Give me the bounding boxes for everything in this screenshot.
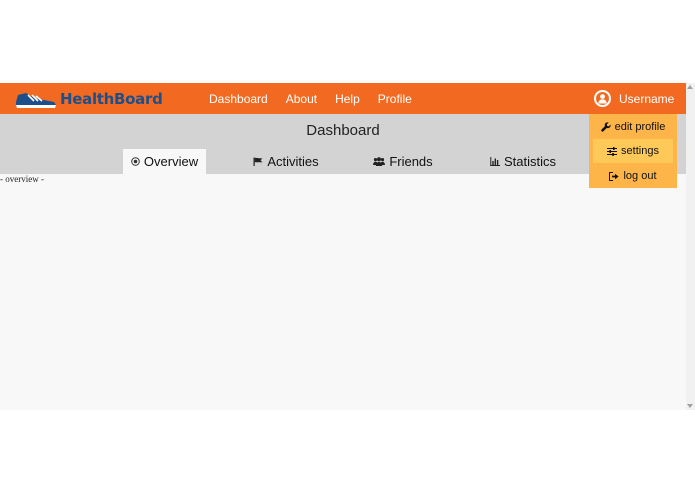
menu-item-settings[interactable]: settings bbox=[593, 139, 673, 163]
sign-out-icon bbox=[609, 171, 620, 181]
menu-item-label: edit profile bbox=[614, 121, 666, 133]
user-name: Username bbox=[619, 91, 675, 106]
app-window: HealthBoard Dashboard About Help Profile… bbox=[0, 83, 686, 410]
user-avatar bbox=[594, 90, 611, 107]
nav-link-help[interactable]: Help bbox=[335, 92, 360, 106]
vertical-scrollbar[interactable] bbox=[686, 83, 695, 410]
page-title: Dashboard bbox=[306, 122, 380, 139]
tab-label: Activities bbox=[267, 154, 319, 169]
target-icon bbox=[131, 157, 140, 166]
brand-name: HealthBoard bbox=[60, 90, 163, 108]
user-icon bbox=[598, 94, 607, 104]
user-menu-toggle[interactable]: Username bbox=[594, 88, 674, 109]
scroll-down-arrow-icon[interactable] bbox=[687, 404, 693, 408]
sneaker-icon bbox=[16, 93, 56, 108]
wrench-icon bbox=[600, 122, 611, 132]
tab-overview[interactable]: Overview bbox=[123, 149, 206, 174]
page-header: Dashboard Overview Activities Friends St… bbox=[0, 114, 686, 174]
top-navbar: HealthBoard Dashboard About Help Profile… bbox=[0, 83, 686, 114]
nav-link-about[interactable]: About bbox=[286, 92, 317, 106]
overview-placeholder-text: - overview - bbox=[0, 174, 44, 184]
nav-link-dashboard[interactable]: Dashboard bbox=[209, 92, 268, 106]
bar-chart-icon bbox=[490, 157, 500, 166]
tab-label: Statistics bbox=[503, 154, 556, 169]
nav-link-profile[interactable]: Profile bbox=[378, 92, 412, 106]
menu-item-edit-profile[interactable]: edit profile bbox=[589, 115, 677, 139]
tab-label: Overview bbox=[143, 154, 199, 169]
tab-label: Friends bbox=[389, 154, 433, 169]
tab-friends[interactable]: Friends bbox=[370, 149, 436, 174]
nav-links: Dashboard About Help Profile bbox=[209, 83, 430, 114]
sliders-icon bbox=[607, 146, 618, 156]
brand-logo[interactable]: HealthBoard bbox=[14, 86, 163, 112]
user-dropdown-menu: edit profile settings log out bbox=[589, 114, 677, 188]
menu-item-label: settings bbox=[621, 145, 659, 157]
flag-icon bbox=[253, 157, 263, 166]
menu-item-label: log out bbox=[623, 170, 657, 182]
menu-item-log-out[interactable]: log out bbox=[589, 164, 677, 188]
tab-activities[interactable]: Activities bbox=[250, 149, 322, 174]
scroll-up-arrow-icon[interactable] bbox=[687, 85, 693, 89]
users-icon bbox=[373, 157, 386, 166]
tab-statistics[interactable]: Statistics bbox=[486, 149, 560, 174]
